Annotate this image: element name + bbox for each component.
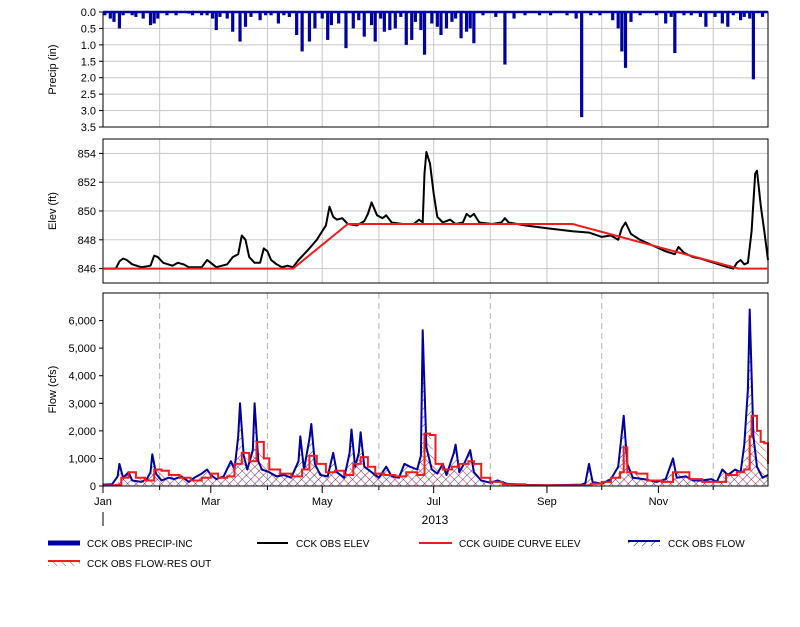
y-tick-label: 3.5 (81, 122, 96, 134)
y-tick-label: 5,000 (68, 343, 96, 355)
precip-bar (369, 12, 374, 26)
legend-item-obs-elev: CCK OBS ELEV (257, 539, 370, 550)
y-tick-label: 848 (78, 235, 96, 247)
plot-frame (102, 11, 769, 128)
precip-bar (620, 12, 624, 52)
obs-elev-line (103, 151, 769, 270)
precip-bar (148, 12, 153, 26)
precip-bar (435, 12, 439, 27)
legend-label-obs-elev: CCK OBS ELEV (296, 539, 370, 550)
precip-bar (362, 12, 366, 37)
precip-bar (307, 12, 312, 42)
precip-bar (329, 12, 333, 26)
precip-bar (664, 12, 668, 24)
precip-bar (117, 12, 122, 29)
precip-bar (344, 12, 348, 49)
legend-label-guide-curve: CCK GUIDE CURVE ELEV (459, 539, 581, 550)
precip-bar (616, 12, 620, 29)
precip-bar (351, 12, 355, 29)
precip-bar (231, 12, 235, 32)
y-tick-label: 846 (78, 264, 96, 276)
precip-bar (382, 12, 386, 32)
precip-panel: 0.0 0.5 1.0 1.5 2.0 2.5 3.0 3.5 Precip (in) (47, 7, 769, 134)
y-tick-label: 854 (78, 148, 96, 160)
precip-bar (439, 12, 443, 35)
y-tick-label: 850 (78, 206, 96, 218)
y-tick-label: 3.0 (81, 106, 96, 118)
y-tick-label: 0.0 (81, 7, 96, 19)
y-tick-label: 0 (90, 481, 96, 493)
legend-label-res-out: CCK OBS FLOW-RES OUT (87, 559, 211, 570)
precip-bar (404, 12, 408, 45)
y-tick-label: 4,000 (68, 371, 96, 383)
precip-bar (472, 12, 476, 44)
time-axis: 2013 Jan Mar May Jul Sep Nov (94, 485, 768, 527)
legend-label-obs-flow: CCK OBS FLOW (668, 539, 745, 550)
x-tick-label: May (312, 496, 333, 508)
legend-item-obs-flow: CCK OBS FLOW (628, 539, 745, 550)
precip-bar (326, 12, 330, 40)
legend-item-res-out: CCK OBS FLOW-RES OUT (48, 559, 211, 570)
hydrograph-chart: 0.00.51.01.52.02.53.03.5Precip (in) 8468… (47, 7, 769, 570)
precip-bar (430, 12, 434, 24)
x-tick-label: Nov (649, 496, 669, 508)
precip-bar (152, 12, 156, 24)
precip-bar (413, 12, 418, 22)
precip-bar (214, 12, 218, 31)
precip-bar (410, 12, 414, 40)
precip-bar (450, 12, 454, 22)
x-year-label: 2013 (422, 513, 449, 527)
guide-curve-line (103, 223, 768, 270)
elev-panel: 846 848 850 852 854 Elev (ft) (47, 138, 769, 284)
precip-bar (337, 12, 341, 24)
legend-item-precip: CCK OBS PRECIP-INC (48, 539, 193, 550)
y-tick-label: 0.5 (81, 23, 96, 35)
y-tick-label: 2.0 (81, 73, 96, 85)
precip-bar (419, 12, 423, 31)
precip-bar (503, 12, 507, 65)
precip-bar (726, 12, 730, 27)
precip-bar (629, 12, 633, 22)
y-tick-label: 1.0 (81, 40, 96, 52)
precip-bar (580, 12, 584, 118)
precip-bar (313, 12, 317, 29)
x-tick-label: Jul (427, 496, 441, 508)
precip-bar (444, 12, 449, 29)
precip-bar (751, 12, 755, 80)
precip-bar (673, 12, 677, 54)
y-tick-label: 852 (78, 177, 96, 189)
precip-bar (422, 12, 427, 55)
precip-bar (704, 12, 708, 27)
precip-bar (388, 12, 392, 31)
legend-label-precip: CCK OBS PRECIP-INC (87, 539, 193, 550)
precip-bar (243, 12, 248, 27)
flow-panel: 0 1,000 2,000 3,000 4,000 5,000 6,000 Flow (cfs… (47, 292, 769, 493)
precip-bar (238, 12, 242, 42)
legend: CCK OBS PRECIP-INC CCK OBS ELEV CCK GUID… (48, 539, 745, 570)
precip-bar (720, 12, 724, 24)
y-tick-label: 2,000 (68, 426, 96, 438)
precip-bar (300, 12, 304, 52)
y-axis-label: Elev (ft) (47, 192, 59, 230)
y-axis-label: Precip (in) (47, 44, 59, 94)
y-axis-label: Flow (cfs) (47, 366, 59, 414)
precip-bar (373, 12, 377, 42)
x-tick-label: Jan (94, 496, 112, 508)
precip-bar (623, 12, 628, 68)
precip-bar (459, 12, 463, 39)
x-tick-label: Sep (537, 496, 557, 508)
x-tick-label: Mar (201, 496, 220, 508)
y-tick-label: 1,000 (68, 453, 96, 465)
y-tick-label: 1.5 (81, 56, 96, 68)
legend-item-guide-curve: CCK GUIDE CURVE ELEV (419, 539, 581, 550)
precip-bar (276, 12, 280, 24)
precip-bar (464, 12, 469, 32)
y-tick-label: 2.5 (81, 89, 96, 101)
precip-bar (112, 12, 116, 22)
precip-bar (295, 12, 299, 35)
y-tick-label: 3,000 (68, 398, 96, 410)
y-tick-label: 6,000 (68, 316, 96, 328)
precip-bar (393, 12, 397, 29)
precip-bar (468, 12, 472, 29)
